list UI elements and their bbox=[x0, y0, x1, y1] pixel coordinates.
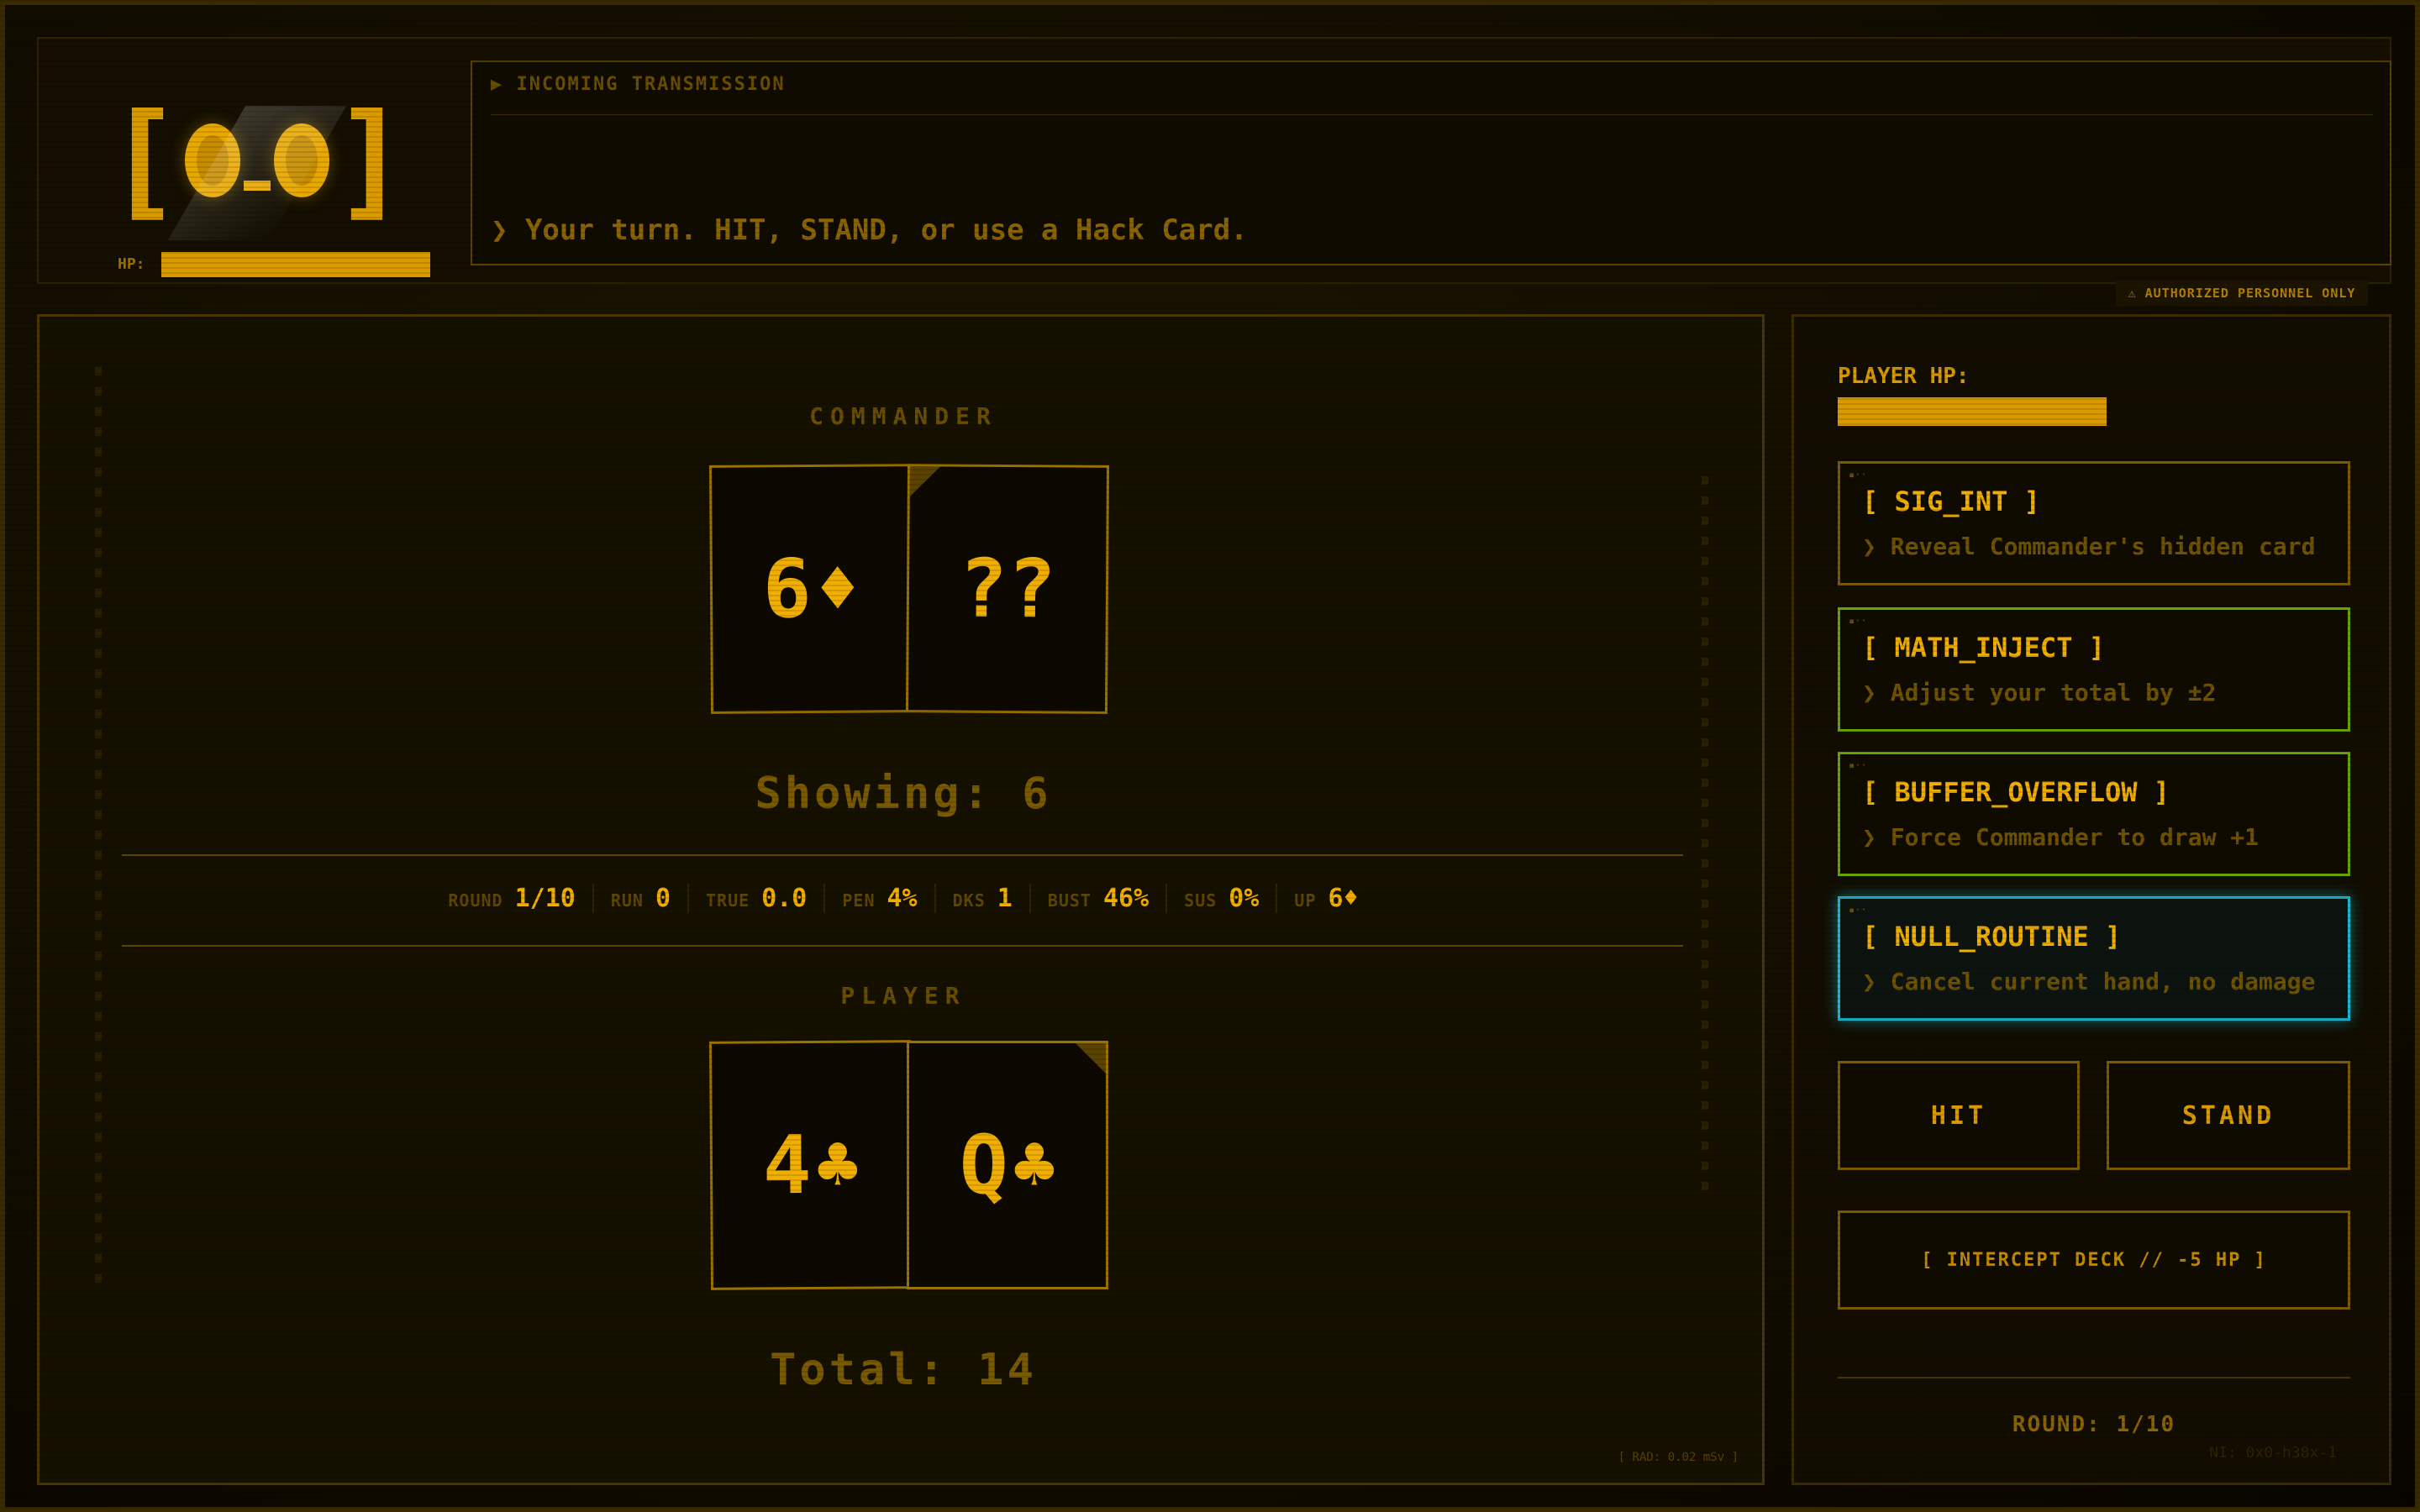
console-title: ▶ INCOMING TRANSMISSION bbox=[491, 74, 786, 95]
card-rank: 4 bbox=[762, 1117, 813, 1213]
face-bracket-right: ] bbox=[332, 87, 408, 234]
card-notch bbox=[1076, 1043, 1106, 1074]
player-hp-bar bbox=[1838, 397, 2107, 426]
club-icon: ♣ bbox=[1013, 1124, 1056, 1206]
stand-button[interactable]: STAND bbox=[2107, 1061, 2350, 1170]
authorized-badge: ⚠ AUTHORIZED PERSONNEL ONLY bbox=[2116, 281, 2368, 306]
commander-hp-bar bbox=[161, 252, 430, 277]
hack-card-desc: ❯ Cancel current hand, no damage bbox=[1862, 968, 2316, 995]
round-counter: ROUND: 1/10 bbox=[2012, 1412, 2176, 1437]
console-message: ❯ Your turn. HIT, STAND, or use a Hack C… bbox=[491, 213, 1248, 247]
player-card-1: 4 ♣ bbox=[708, 1040, 913, 1290]
board-tick-strip-left bbox=[95, 367, 102, 1291]
card-corner-marker: ▪·· bbox=[1849, 904, 1867, 916]
hack-card-desc: ❯ Adjust your total by ±2 bbox=[1862, 679, 2217, 706]
player-hp-label: PLAYER HP: bbox=[1838, 364, 1970, 389]
club-icon: ♣ bbox=[816, 1123, 860, 1206]
card-rank: ?? bbox=[958, 541, 1057, 637]
hack-card-name: [ SIG_INT ] bbox=[1862, 486, 2040, 517]
hack-card-name: [ MATH_INJECT ] bbox=[1862, 632, 2105, 664]
card-notch bbox=[909, 466, 941, 497]
hack-card-sig-int[interactable]: ▪·· [ SIG_INT ] ❯ Reveal Commander's hid… bbox=[1838, 461, 2350, 585]
player-card-2: Q ♣ bbox=[907, 1041, 1108, 1289]
control-panel: PLAYER HP: ▪·· [ SIG_INT ] ❯ Reveal Comm… bbox=[1791, 314, 2391, 1485]
stat-pen: PEN 4% bbox=[825, 883, 936, 913]
rad-readout: [ RAD: 0.02 mSv ] bbox=[1618, 1451, 1739, 1464]
commander-showing: Showing: 6 bbox=[755, 769, 1052, 819]
player-label: PLAYER bbox=[840, 982, 966, 1010]
board-tick-strip-right bbox=[1702, 476, 1708, 1199]
commander-face-icon: [ ] bbox=[106, 87, 408, 240]
hack-card-name: [ BUFFER_OVERFLOW ] bbox=[1862, 776, 2170, 808]
hack-card-null-routine[interactable]: ▪·· [ NULL_ROUTINE ] ❯ Cancel current ha… bbox=[1838, 896, 2350, 1021]
commander-hp-label: HP: bbox=[118, 255, 145, 273]
stat-round: ROUND 1/10 bbox=[431, 883, 594, 913]
card-corner-marker: ▪·· bbox=[1849, 469, 1867, 480]
hack-card-math-inject[interactable]: ▪·· [ MATH_INJECT ] ❯ Adjust your total … bbox=[1838, 607, 2350, 732]
card-rank: Q bbox=[959, 1118, 1008, 1212]
card-corner-marker: ▪·· bbox=[1849, 615, 1867, 627]
hit-button[interactable]: HIT bbox=[1838, 1061, 2080, 1170]
card-corner-marker: ▪·· bbox=[1849, 759, 1867, 771]
game-frame: [ ] HP: ▶ INCOMING TRANSMISSION ❯ Your t… bbox=[0, 0, 2420, 1512]
commander-card-1: 6 ♦ bbox=[708, 464, 913, 714]
hack-card-buffer-overflow[interactable]: ▪·· [ BUFFER_OVERFLOW ] ❯ Force Commande… bbox=[1838, 752, 2350, 876]
build-tag: NI: 0x0-h38x-1 bbox=[2209, 1444, 2337, 1462]
stat-dks: DKS 1 bbox=[936, 883, 1031, 913]
game-board: COMMANDER 6 ♦ ?? Showing: 6 ROUND 1/10 RUN… bbox=[37, 314, 1765, 1485]
top-bar: [ ] HP: ▶ INCOMING TRANSMISSION ❯ Your t… bbox=[37, 37, 2391, 284]
face-bracket-left: [ bbox=[106, 87, 182, 234]
stats-divider-bottom bbox=[122, 945, 1683, 947]
hack-card-desc: ❯ Force Commander to draw +1 bbox=[1862, 823, 2260, 851]
stat-sus: SUS 0% bbox=[1167, 883, 1278, 913]
panel-divider bbox=[1838, 1377, 2350, 1378]
stats-strip: ROUND 1/10 RUN 0 TRUE 0.0 PEN 4% DKS 1 BUST 46… bbox=[39, 879, 1767, 916]
commander-card-hidden: ?? bbox=[905, 464, 1110, 714]
hack-card-desc: ❯ Reveal Commander's hidden card bbox=[1862, 533, 2316, 560]
diamond-icon: ♦ bbox=[816, 547, 860, 630]
player-total: Total: 14 bbox=[770, 1345, 1037, 1395]
card-rank: 6 bbox=[762, 541, 813, 637]
stat-bust: BUST 46% bbox=[1031, 883, 1168, 913]
stats-divider-top bbox=[122, 854, 1683, 856]
transmission-console: ▶ INCOMING TRANSMISSION ❯ Your turn. HIT… bbox=[471, 60, 2391, 265]
console-divider bbox=[491, 114, 2373, 115]
commander-label: COMMANDER bbox=[809, 402, 997, 430]
intercept-deck-button[interactable]: [ INTERCEPT DECK // -5 HP ] bbox=[1838, 1210, 2350, 1310]
stat-up: UP 6♦ bbox=[1294, 883, 1359, 913]
stat-true: TRUE 0.0 bbox=[689, 883, 826, 913]
stat-run: RUN 0 bbox=[594, 883, 690, 913]
hack-card-name: [ NULL_ROUTINE ] bbox=[1862, 921, 2122, 953]
